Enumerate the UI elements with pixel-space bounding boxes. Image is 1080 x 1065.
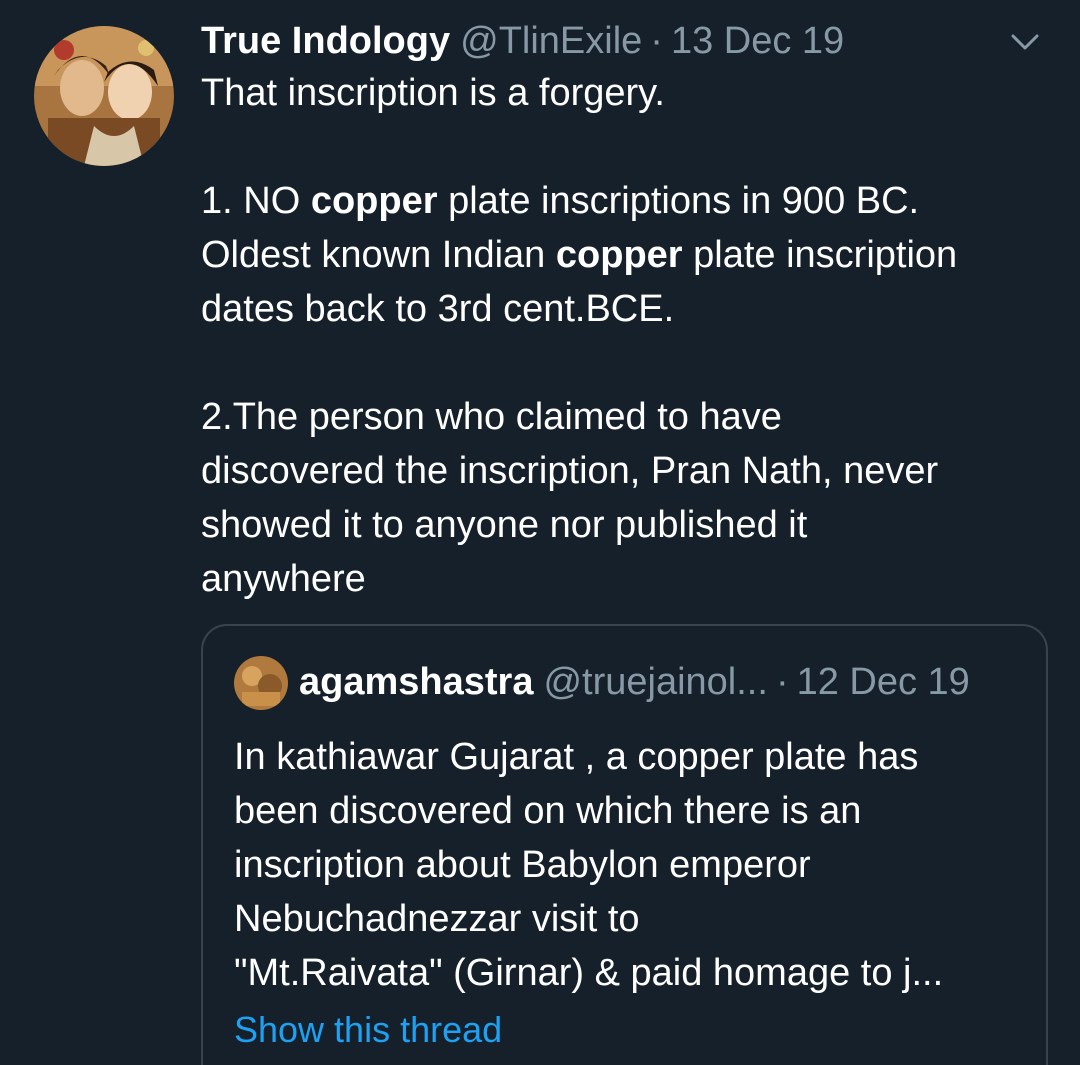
author-handle[interactable]: @TlinExile	[460, 16, 642, 66]
point-2-line-2: discovered the inscription, Pran Nath, n…	[201, 450, 939, 492]
show-thread-link[interactable]: Show this thread	[234, 1004, 502, 1056]
quoted-line: "Mt.Raivata" (Girnar) & paid homage to j…	[234, 952, 944, 994]
quoted-avatar[interactable]	[234, 656, 288, 710]
quoted-author-handle[interactable]: @truejainol...	[543, 656, 767, 708]
point-2-line-4: anywhere	[201, 558, 366, 600]
tweet[interactable]: True Indology @TlinExile · 13 Dec 19 Tha…	[0, 0, 1080, 1065]
quoted-line: In kathiawar Gujarat , a copper plate ha…	[234, 736, 919, 778]
point-2-line-1: 2.The person who claimed to have	[201, 396, 782, 438]
quoted-line: inscription about Babylon emperor	[234, 844, 811, 886]
tweet-header: True Indology @TlinExile · 13 Dec 19	[201, 16, 1041, 66]
point-1-line-2: Oldest known Indian copper plate inscrip…	[201, 234, 958, 276]
avatar-image	[34, 26, 174, 166]
author-name[interactable]: True Indology	[201, 16, 450, 66]
quoted-date[interactable]: 12 Dec 19	[797, 656, 970, 708]
tweet-line: That inscription is a forgery.	[201, 72, 665, 114]
tweet-text: That inscription is a forgery. 1. NO cop…	[201, 66, 1041, 606]
avatar[interactable]	[34, 26, 174, 166]
separator-dot: ·	[650, 20, 663, 62]
quoted-tweet[interactable]: agamshastra @truejainol... · 12 Dec 19 I…	[201, 624, 1048, 1065]
quoted-line: been discovered on which there is an	[234, 790, 862, 832]
quoted-text: In kathiawar Gujarat , a copper plate ha…	[234, 730, 1024, 1000]
chevron-down-icon[interactable]	[1009, 30, 1041, 54]
quoted-separator-dot: ·	[775, 661, 789, 703]
quoted-avatar-image	[234, 656, 288, 710]
point-1-line-1: 1. NO copper plate inscriptions in 900 B…	[201, 180, 920, 222]
quoted-author-name[interactable]: agamshastra	[299, 656, 533, 708]
quoted-header: agamshastra @truejainol... · 12 Dec 19	[299, 656, 970, 708]
point-1-line-3: dates back to 3rd cent.BCE.	[201, 288, 675, 330]
quoted-line: Nebuchadnezzar visit to	[234, 898, 640, 940]
tweet-content: True Indology @TlinExile · 13 Dec 19 Tha…	[201, 16, 1041, 606]
point-2-line-3: showed it to anyone nor published it	[201, 504, 808, 546]
tweet-date[interactable]: 13 Dec 19	[671, 16, 844, 66]
